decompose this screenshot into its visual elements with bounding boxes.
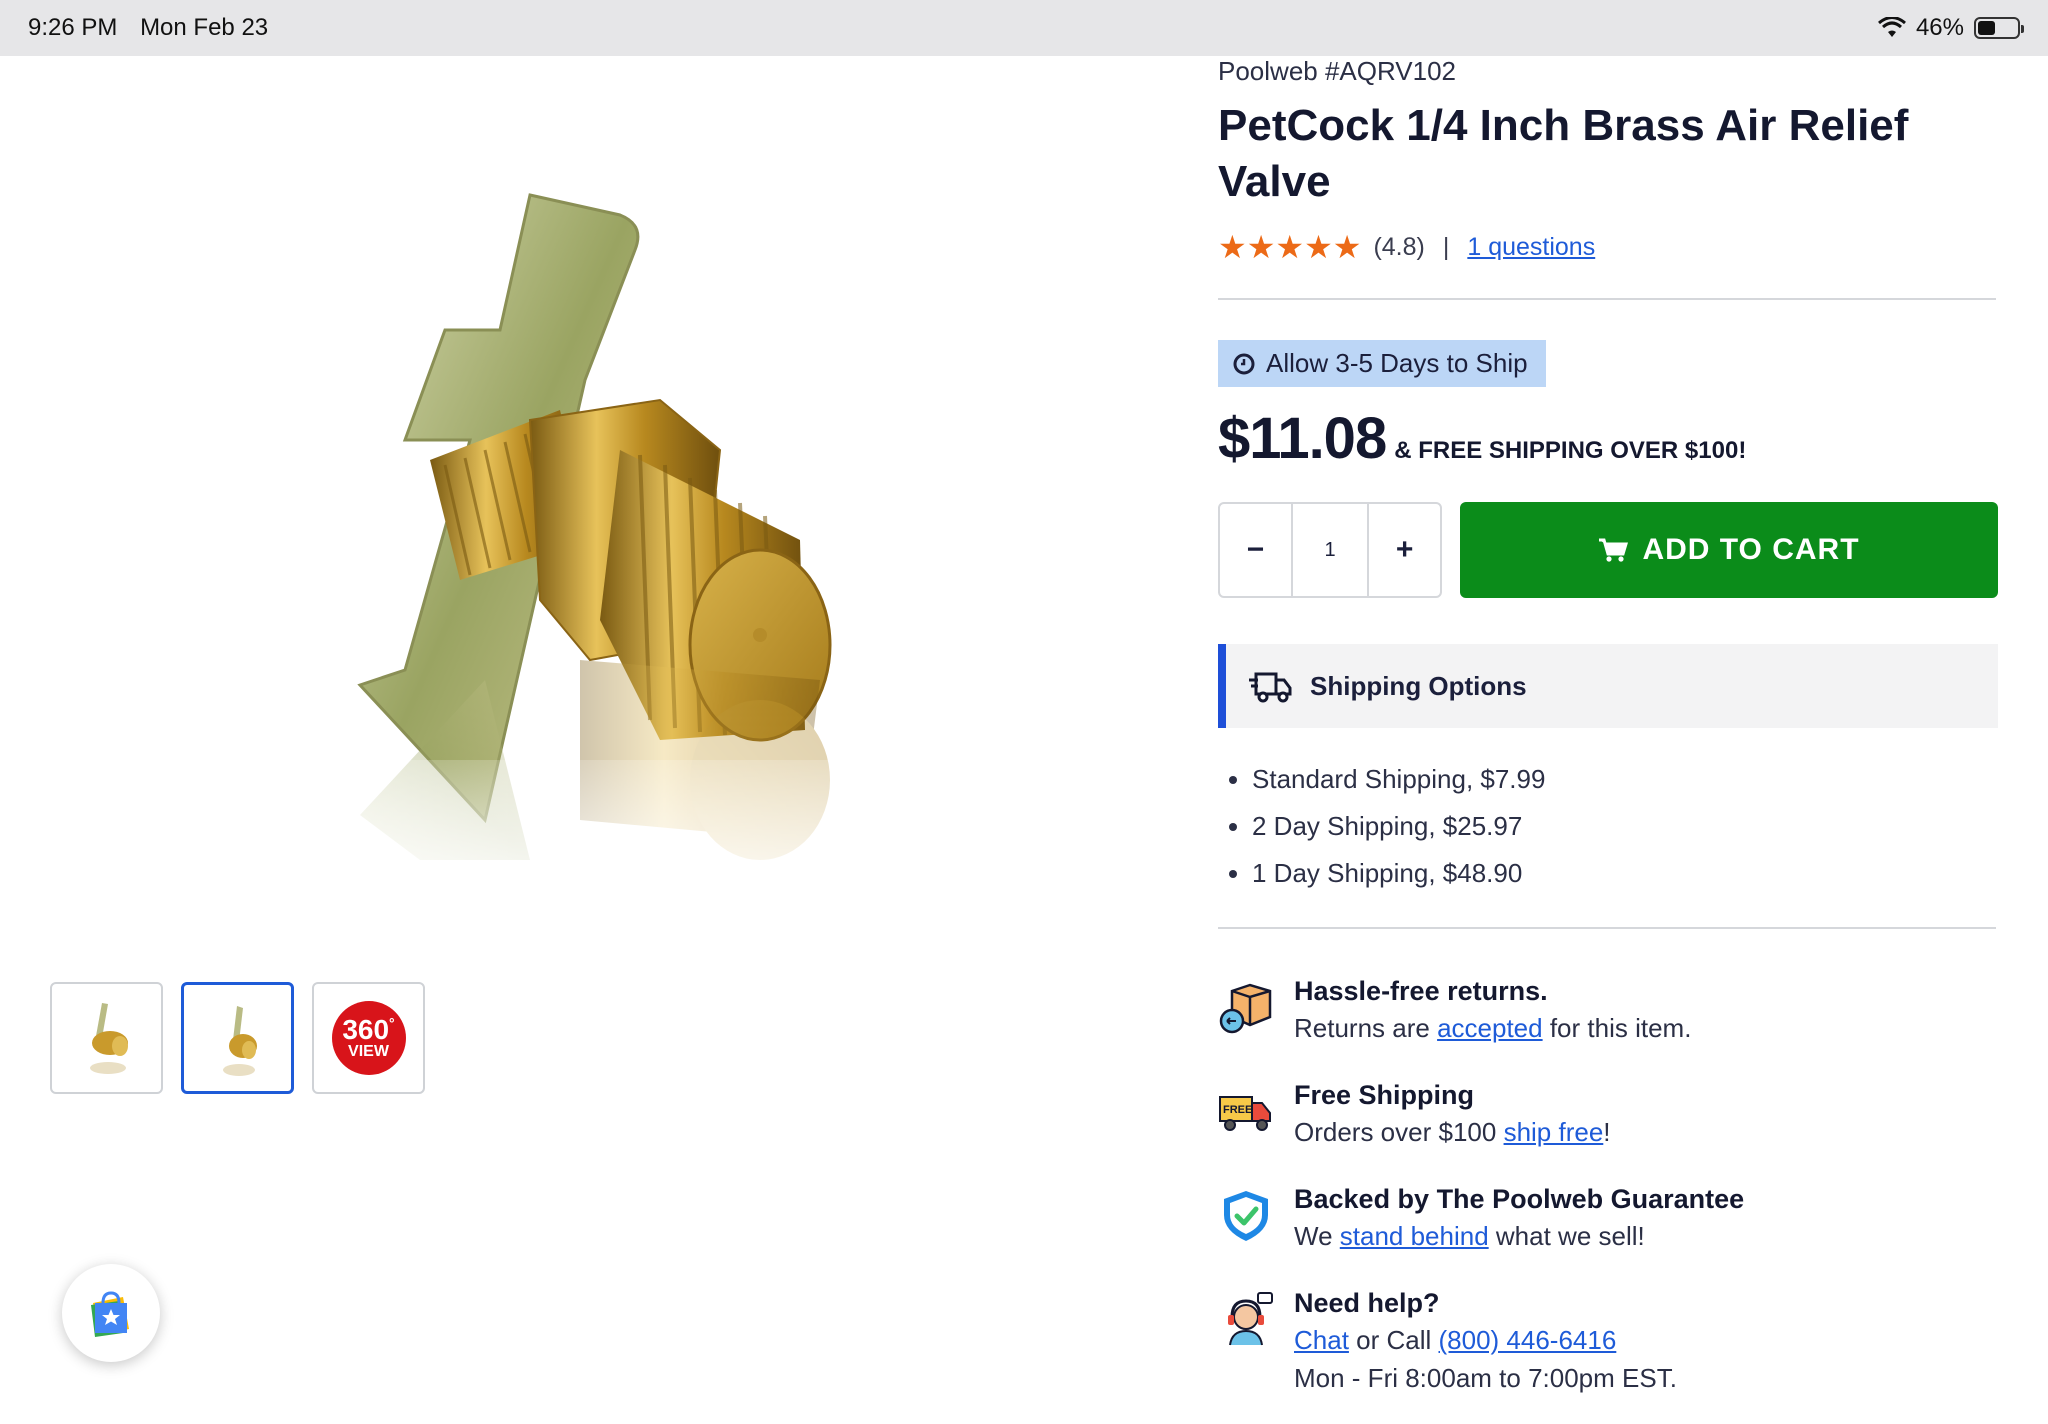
- divider: [1218, 927, 1996, 929]
- status-bar: 9:26 PM Mon Feb 23 46%: [0, 0, 2048, 56]
- feature-help: Need help? Chat or Call (800) 446-6416 M…: [1218, 1285, 1998, 1393]
- thumbnail-2-selected[interactable]: [181, 982, 294, 1094]
- guarantee-desc-suffix: what we sell!: [1488, 1221, 1645, 1251]
- feature-list: Hassle-free returns. Returns are accepte…: [1218, 973, 1998, 1393]
- 360-view-badge: 360° VIEW: [331, 1001, 406, 1075]
- help-title: Need help?: [1294, 1288, 1440, 1318]
- 360-badge-number: 360: [342, 1014, 390, 1045]
- shipping-option: Standard Shipping, $7.99: [1252, 756, 1998, 803]
- status-right: 46%: [1877, 14, 2024, 42]
- ship-time-text: Allow 3-5 Days to Ship: [1266, 348, 1528, 378]
- price-row: $11.08 & FREE SHIPPING OVER $100!: [1218, 405, 1998, 472]
- help-contact: Chat or Call (800) 446-6416: [1294, 1321, 1677, 1359]
- delivery-truck-icon: [1249, 672, 1292, 703]
- product-main-image[interactable]: [60, 120, 1150, 900]
- free-shipping-desc-suffix: !: [1603, 1117, 1611, 1147]
- battery-percent: 46%: [1915, 14, 1964, 41]
- shipping-options-list: Standard Shipping, $7.99 2 Day Shipping,…: [1218, 756, 1998, 897]
- guarantee-desc-prefix: We: [1294, 1221, 1340, 1251]
- guarantee-title: Backed by The Poolweb Guarantee: [1294, 1184, 1745, 1214]
- returns-desc: Returns are accepted for this item.: [1294, 1009, 1691, 1047]
- returns-desc-prefix: Returns are: [1294, 1013, 1438, 1043]
- free-shipping-note: & FREE SHIPPING OVER $100!: [1394, 437, 1747, 464]
- feature-free-shipping: FREE Free Shipping Orders over $100 ship…: [1218, 1077, 1998, 1181]
- shipping-option: 1 Day Shipping, $48.90: [1252, 850, 1998, 897]
- phone-link[interactable]: (800) 446-6416: [1439, 1325, 1617, 1355]
- star-rating-icon: ★★★★★: [1218, 229, 1362, 265]
- valve-image: [60, 193, 1150, 900]
- quantity-input[interactable]: 1: [1290, 504, 1370, 596]
- return-box-icon: [1219, 983, 1272, 1034]
- quantity-plus-button[interactable]: +: [1369, 504, 1440, 596]
- returns-title: Hassle-free returns.: [1294, 976, 1548, 1006]
- battery-icon: [1974, 17, 2024, 39]
- status-date: Mon Feb 23: [140, 14, 269, 41]
- shipping-options-header[interactable]: Shipping Options: [1218, 644, 1998, 728]
- quantity-minus-button[interactable]: −: [1220, 504, 1291, 596]
- help-hours: Mon - Fri 8:00am to 7:00pm EST.: [1294, 1363, 1677, 1393]
- free-shipping-icon-label: FREE: [1223, 1104, 1252, 1116]
- cart-row: − 1 + ADD TO CART: [1218, 502, 1998, 598]
- add-to-cart-label: ADD TO CART: [1642, 533, 1860, 566]
- 360-badge-label: VIEW: [348, 1043, 389, 1060]
- help-contact-or-call: or Call: [1348, 1325, 1439, 1355]
- free-shipping-desc-prefix: Orders over $100: [1294, 1117, 1504, 1147]
- 360-badge-degree: °: [389, 1015, 395, 1031]
- ship-time-notice: Allow 3-5 Days to Ship: [1218, 340, 1546, 387]
- status-time: 9:26 PM: [28, 14, 118, 41]
- quantity-stepper: − 1 +: [1218, 502, 1442, 598]
- thumbnail-strip: 360° VIEW: [50, 982, 425, 1094]
- thumbnail-1[interactable]: [50, 982, 163, 1094]
- add-to-cart-button[interactable]: ADD TO CART: [1460, 502, 1998, 598]
- guarantee-desc: We stand behind what we sell!: [1294, 1217, 1744, 1255]
- returns-accepted-link[interactable]: accepted: [1437, 1013, 1543, 1043]
- chat-link[interactable]: Chat: [1294, 1325, 1349, 1355]
- questions-link[interactable]: 1 questions: [1467, 233, 1595, 262]
- valve-thumbnail-image: [222, 1006, 257, 1076]
- valve-thumbnail-image: [89, 1003, 128, 1074]
- returns-desc-suffix: for this item.: [1542, 1013, 1692, 1043]
- stand-behind-link[interactable]: stand behind: [1340, 1221, 1489, 1251]
- free-shipping-title: Free Shipping: [1294, 1080, 1475, 1110]
- feature-returns: Hassle-free returns. Returns are accepte…: [1218, 973, 1998, 1077]
- shield-check-icon: [1224, 1191, 1268, 1241]
- clock-icon: [1233, 353, 1255, 374]
- feature-guarantee: Backed by The Poolweb Guarantee We stand…: [1218, 1181, 1998, 1285]
- shipping-option: 2 Day Shipping, $25.97: [1252, 803, 1998, 850]
- product-sku: Poolweb #AQRV102: [1218, 56, 1457, 86]
- rating-separator: |: [1442, 232, 1450, 261]
- cart-icon: [1599, 538, 1629, 562]
- product-price: $11.08: [1218, 406, 1387, 471]
- shipping-options-title: Shipping Options: [1310, 670, 1527, 701]
- free-shipping-desc: Orders over $100 ship free!: [1294, 1113, 1611, 1151]
- rating-value: (4.8): [1373, 232, 1425, 261]
- rating-row: ★★★★★ (4.8) | 1 questions: [1218, 228, 1998, 266]
- free-shipping-truck-icon: FREE: [1219, 1096, 1271, 1131]
- thumbnail-360-view[interactable]: 360° VIEW: [312, 982, 425, 1094]
- support-agent-icon: [1228, 1292, 1273, 1346]
- shopping-bag-icon: [91, 1291, 129, 1337]
- wifi-icon: [1877, 17, 1906, 37]
- ship-free-link[interactable]: ship free: [1504, 1117, 1604, 1147]
- status-left: 9:26 PM Mon Feb 23: [28, 14, 284, 42]
- product-info-panel: Poolweb #AQRV102 PetCock 1/4 Inch Brass …: [1218, 56, 1998, 1393]
- product-title: PetCock 1/4 Inch Brass Air Relief Valve: [1218, 101, 1909, 206]
- divider: [1218, 298, 1996, 300]
- shopping-bag-floating-button[interactable]: [62, 1264, 160, 1362]
